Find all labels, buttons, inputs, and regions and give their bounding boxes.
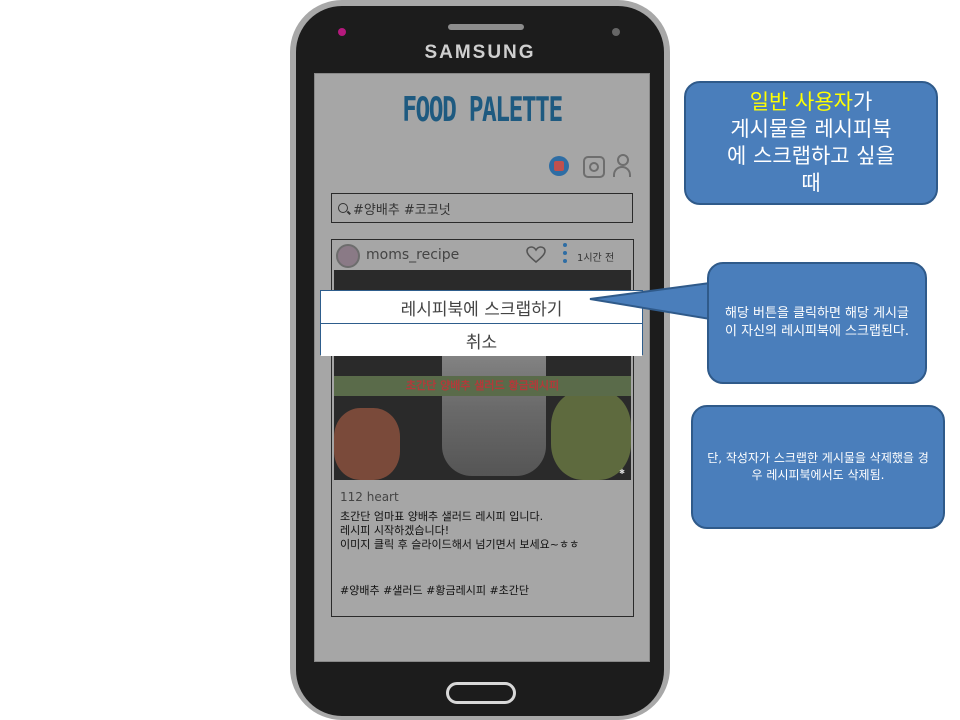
- post-author[interactable]: moms_recipe: [366, 247, 459, 263]
- like-count: 112 heart: [340, 490, 399, 504]
- explain-text: 해당 버튼을 클릭하면 해당 게시글이 자신의 레시피북에 스크랩된다.: [725, 306, 909, 339]
- note-callout: 단, 작성자가 스크랩한 게시물을 삭제했을 경우 레시피북에서도 삭제됨.: [691, 405, 945, 529]
- scenario-highlight: 일반 사용자: [749, 90, 853, 114]
- scenario-text: 게시물을 레시피북 에 스크랩하고 싶을 때: [727, 117, 895, 195]
- image-watermark-icon: ✱: [619, 468, 625, 476]
- image-flower-left: [334, 408, 400, 480]
- image-flower-right: [551, 390, 631, 480]
- home-button[interactable]: [446, 682, 516, 704]
- post-hashtags[interactable]: #양배추 #샐러드 #황금레시피 #초간단: [340, 582, 529, 598]
- note-text: 단, 작성자가 스크랩한 게시물을 삭제했을 경우 레시피북에서도 삭제됨.: [707, 451, 929, 482]
- scrap-to-recipe-book-button[interactable]: 레시피북에 스크랩하기: [321, 291, 642, 323]
- more-options-icon[interactable]: [563, 243, 567, 267]
- heart-icon[interactable]: [526, 246, 546, 264]
- post-caption: 초간단 엄마표 양배추 샐러드 레시피 입니다. 레시피 시작하겠습니다! 이미…: [340, 510, 580, 551]
- search-query: #양배추 #코코넛: [353, 202, 451, 218]
- person-icon[interactable]: [613, 154, 631, 178]
- instagram-icon[interactable]: [583, 156, 605, 178]
- explain-callout: 해당 버튼을 클릭하면 해당 게시글이 자신의 레시피북에 스크랩된다.: [707, 262, 927, 384]
- camera-icon: [338, 28, 346, 36]
- scrap-menu: 레시피북에 스크랩하기 취소: [320, 290, 643, 356]
- app-screen: FOOD PALETTE #양배추 #코코넛 moms_recipe 1시간 전…: [314, 73, 650, 662]
- speaker-grille: [448, 24, 524, 30]
- scenario-line1-rest: 가: [852, 90, 873, 114]
- recipe-book-icon[interactable]: [549, 156, 569, 176]
- phone-brand: SAMSUNG: [424, 42, 536, 63]
- cancel-button[interactable]: 취소: [321, 323, 642, 356]
- post-time: 1시간 전: [577, 253, 615, 264]
- post-header: moms_recipe 1시간 전: [332, 240, 633, 270]
- search-bar[interactable]: #양배추 #코코넛: [331, 193, 633, 223]
- avatar[interactable]: [336, 244, 360, 268]
- app-title: FOOD PALETTE: [402, 90, 563, 130]
- scenario-callout: 일반 사용자가 게시물을 레시피북 에 스크랩하고 싶을 때: [684, 81, 938, 205]
- image-banner-text: 초간단 양배추 샐러드 황금레시피: [334, 376, 631, 396]
- search-icon: [338, 203, 348, 213]
- sensor-icon: [612, 28, 620, 36]
